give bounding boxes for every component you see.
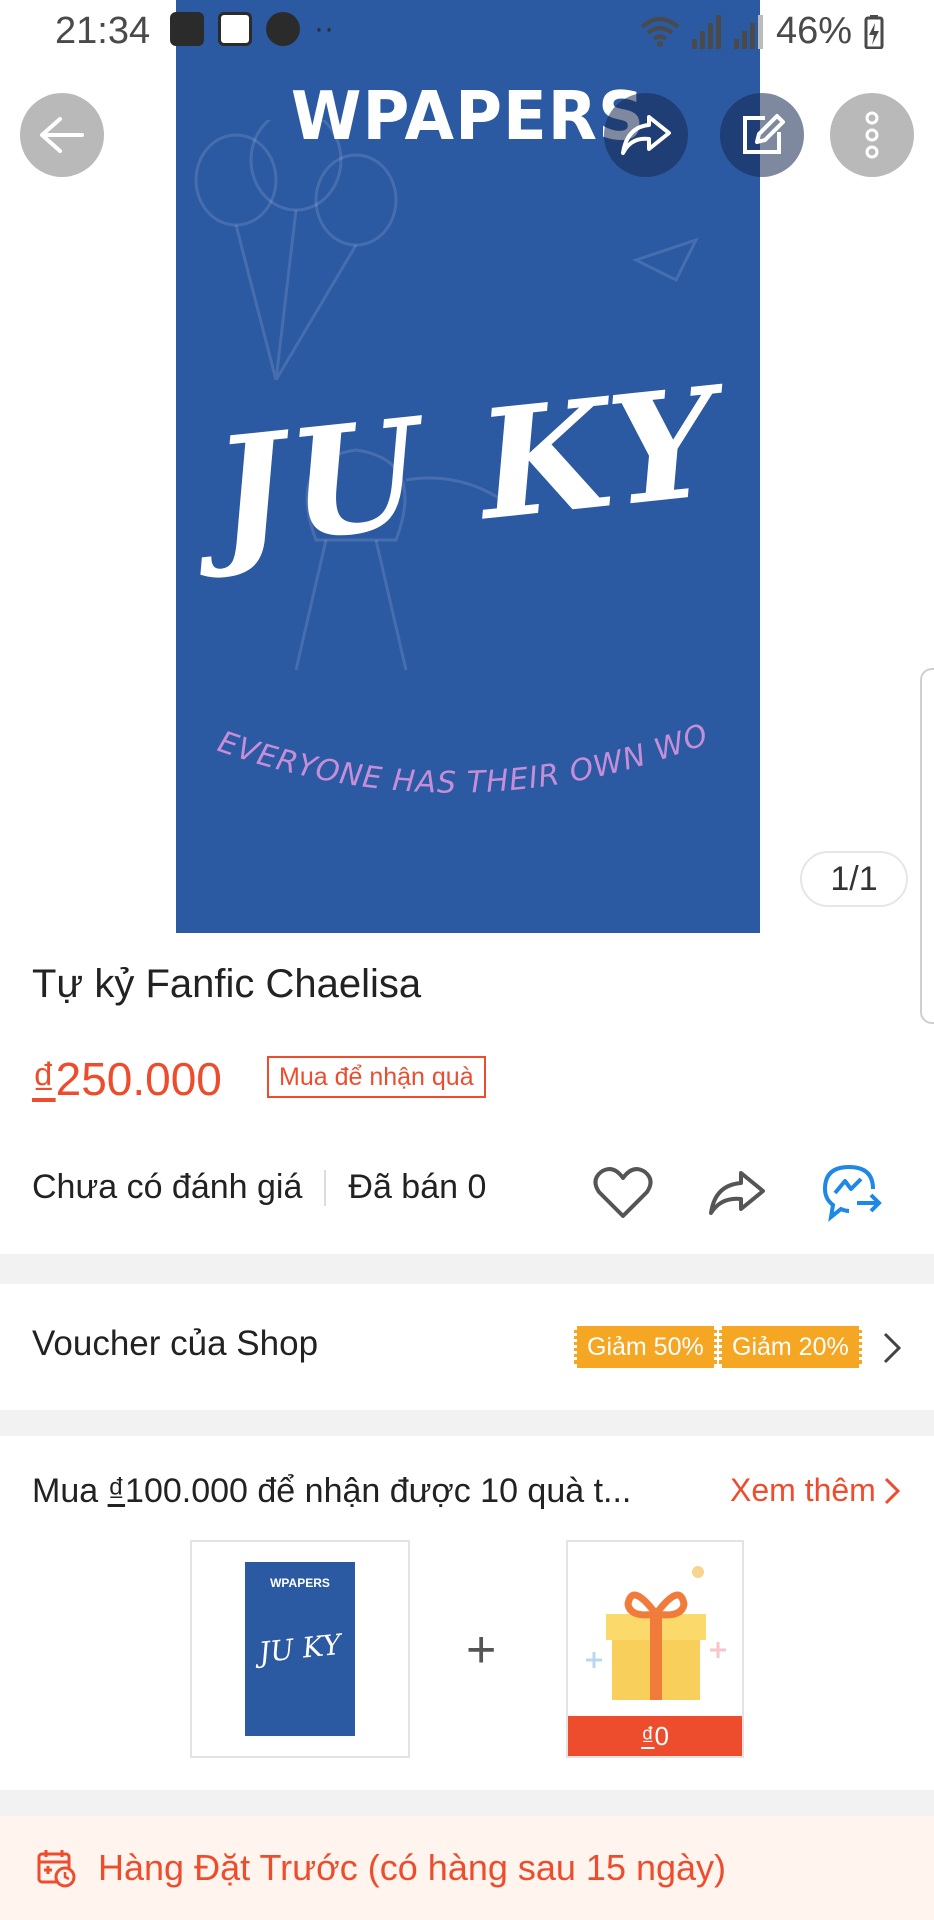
heart-icon bbox=[593, 1167, 653, 1218]
mini-cover-image: WPAPERS JU KY bbox=[245, 1562, 355, 1736]
voucher-chip[interactable]: Giảm 20% bbox=[719, 1326, 862, 1368]
system-icons: 46% bbox=[640, 10, 884, 53]
image-counter: 1/1 bbox=[800, 851, 908, 907]
chevron-right-icon[interactable] bbox=[872, 1328, 912, 1368]
side-drawer-handle[interactable] bbox=[920, 668, 934, 1024]
rating-row: Chưa có đánh giá Đã bán 0 bbox=[32, 1168, 486, 1207]
gift-item[interactable]: ₫ 0 bbox=[566, 1540, 744, 1758]
product-image-area[interactable]: WPAPERS JU KY EVERYONE HAS THEIR OWN WOR… bbox=[0, 0, 934, 933]
sold-count: Đã bán 0 bbox=[348, 1168, 487, 1206]
notification-icons: ·· bbox=[170, 12, 334, 46]
share-top-button[interactable] bbox=[604, 93, 688, 177]
price-value: 250.000 bbox=[55, 1053, 222, 1105]
like-button[interactable] bbox=[590, 1160, 656, 1226]
wifi-icon bbox=[640, 16, 680, 47]
bundle-currency: ₫ bbox=[107, 1472, 126, 1510]
gallery-icon bbox=[170, 12, 204, 46]
calendar-clock-icon bbox=[37, 1850, 76, 1888]
see-more-label: Xem thêm bbox=[730, 1472, 876, 1508]
status-time: 21:34 bbox=[55, 10, 151, 52]
share-icon bbox=[709, 1171, 765, 1215]
gift-box-icon bbox=[586, 1566, 726, 1700]
section-divider bbox=[0, 1410, 934, 1436]
product-title: Tự kỷ Fanfic Chaelisa bbox=[32, 962, 422, 1006]
voucher-label[interactable]: Voucher của Shop bbox=[32, 1324, 318, 1364]
back-button[interactable] bbox=[20, 93, 104, 177]
gift-currency: ₫ bbox=[641, 1720, 655, 1751]
cloud-app-icon bbox=[218, 12, 252, 46]
more-dots-icon: ·· bbox=[314, 12, 334, 45]
battery-charging-icon bbox=[864, 14, 884, 49]
section-divider bbox=[0, 1790, 934, 1816]
voucher-chip[interactable]: Giảm 50% bbox=[574, 1326, 717, 1368]
gift-tag[interactable]: Mua để nhận quà bbox=[267, 1056, 486, 1098]
preorder-text: Hàng Đặt Trước (có hàng sau 15 ngày) bbox=[98, 1847, 727, 1888]
more-vertical-icon bbox=[865, 111, 879, 159]
messenger-button[interactable] bbox=[818, 1160, 884, 1226]
signal-icon bbox=[733, 14, 763, 49]
s-app-icon bbox=[266, 12, 300, 46]
bundle-title: Mua ₫100.000 để nhận được 10 quà t... bbox=[32, 1472, 631, 1511]
share-icon bbox=[621, 115, 671, 155]
gift-price: ₫ 0 bbox=[568, 1716, 742, 1756]
gift-value: 0 bbox=[654, 1720, 669, 1751]
messenger-icon bbox=[822, 1165, 882, 1222]
edit-icon bbox=[743, 114, 785, 154]
mini-cover-title: JU KY bbox=[257, 1627, 343, 1670]
chevron-right-icon bbox=[884, 1477, 900, 1504]
svg-text:EVERYONE HAS THEIR OWN WORLD: EVERYONE HAS THEIR OWN WORLD bbox=[206, 700, 713, 801]
rating-text: Chưa có đánh giá bbox=[32, 1168, 303, 1206]
battery-text: 46% bbox=[775, 10, 852, 52]
divider bbox=[324, 1169, 327, 1206]
status-bar: 21:34 ·· 46% bbox=[0, 0, 934, 62]
section-divider bbox=[0, 1254, 934, 1284]
back-arrow-icon bbox=[40, 117, 84, 153]
preorder-banner: Hàng Đặt Trước (có hàng sau 15 ngày) bbox=[0, 1816, 934, 1920]
cover-tagline: EVERYONE HAS THEIR OWN WORLD bbox=[206, 700, 713, 801]
bundle-product-thumbnail[interactable]: WPAPERS JU KY bbox=[190, 1540, 410, 1758]
product-price: ₫250.000 bbox=[32, 1052, 222, 1106]
bundle-title-rest: 100.000 để nhận được 10 quà t... bbox=[125, 1472, 632, 1510]
see-more-link[interactable]: Xem thêm bbox=[730, 1472, 902, 1509]
more-options-button[interactable] bbox=[830, 93, 914, 177]
price-currency: ₫ bbox=[32, 1053, 56, 1105]
plus-sign: + bbox=[466, 1621, 497, 1679]
product-actions bbox=[590, 1160, 884, 1226]
cover-tagline-text: EVERYONE HAS THEIR OWN WORLD bbox=[206, 700, 712, 801]
edit-button[interactable] bbox=[720, 93, 804, 177]
signal-icon bbox=[691, 14, 721, 49]
share-button[interactable] bbox=[704, 1160, 770, 1226]
bundle-title-prefix: Mua bbox=[32, 1472, 108, 1510]
mini-cover-brand: WPAPERS bbox=[270, 1576, 330, 1590]
